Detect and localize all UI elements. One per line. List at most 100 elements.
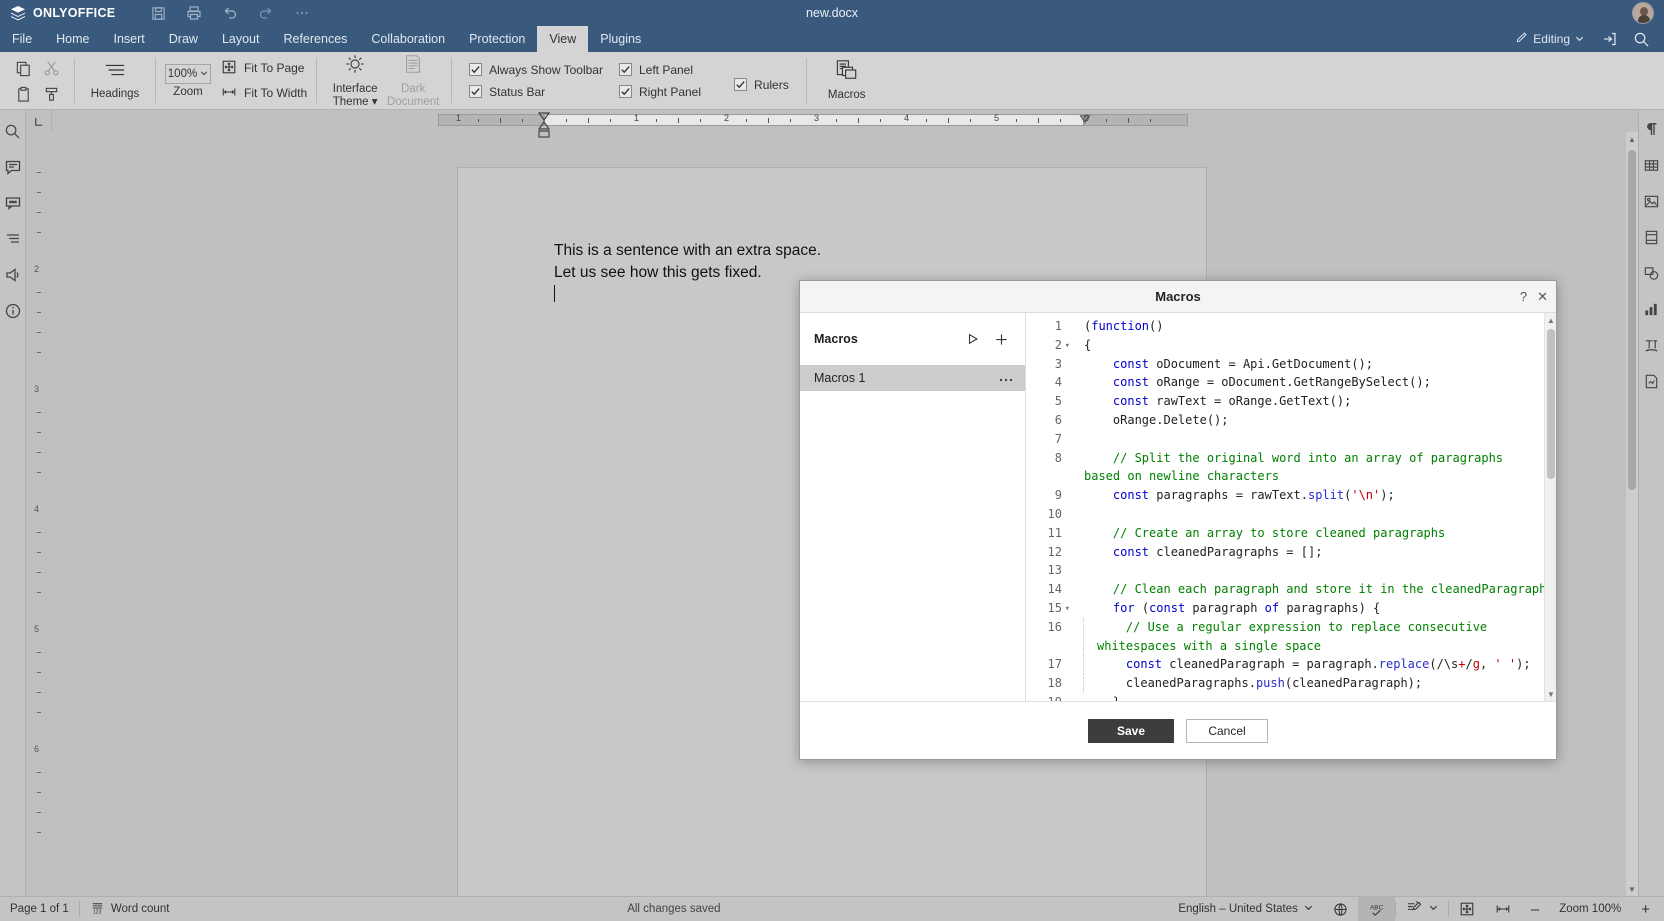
ruler-number: 1 <box>456 113 462 123</box>
header-footer-settings-icon[interactable] <box>1641 226 1663 248</box>
open-location-icon[interactable] <box>1594 26 1624 52</box>
macros-button[interactable]: Macros <box>816 55 878 106</box>
format-painter-icon[interactable] <box>39 82 63 106</box>
language-globe-icon[interactable] <box>1323 897 1358 921</box>
ruler-number: 4 <box>904 113 910 123</box>
signature-settings-icon[interactable] <box>1641 370 1663 392</box>
code-scrollbar-thumb[interactable] <box>1547 329 1555 479</box>
code-line-text: const oRange = oDocument.GetRangeBySelec… <box>1112 375 1431 390</box>
code-vertical-scrollbar[interactable]: ▲ ▼ <box>1544 313 1556 701</box>
checkbox-always-show-toolbar[interactable]: Always Show Toolbar <box>469 63 603 77</box>
menu-item-file[interactable]: File <box>0 26 44 52</box>
close-icon[interactable]: ✕ <box>1537 290 1548 303</box>
code-editor[interactable]: 1 (function() 2 ▾ {3 const oDocument = Api.G… <box>1026 313 1544 701</box>
vertical-ruler[interactable]: 2 3 4 5 6 <box>34 132 48 896</box>
zoom-level-label[interactable]: Zoom 100% <box>1549 897 1631 921</box>
copy-icon[interactable] <box>11 56 35 80</box>
menu-item-collaboration[interactable]: Collaboration <box>359 26 457 52</box>
language-selector[interactable]: English – United States <box>1168 897 1323 921</box>
text-art-settings-icon[interactable] <box>1641 334 1663 356</box>
vertical-scrollbar[interactable]: ▲ ▼ <box>1626 132 1638 896</box>
dark-document-label: Dark Document <box>386 82 440 108</box>
save-icon[interactable] <box>145 2 171 24</box>
cut-icon[interactable] <box>39 56 63 80</box>
quick-access-toolbar <box>145 2 315 24</box>
fit-to-width-button[interactable]: Fit To Width <box>221 84 307 103</box>
checkbox-label: Left Panel <box>638 62 694 77</box>
code-line: 19 } <box>1026 693 1544 701</box>
headings-button[interactable]: Headings <box>84 55 146 106</box>
search-icon[interactable] <box>2 120 24 142</box>
fit-width-icon[interactable] <box>1485 897 1521 921</box>
paragraph-settings-icon[interactable] <box>1641 118 1663 140</box>
menu-item-draw[interactable]: Draw <box>157 26 210 52</box>
print-icon[interactable] <box>181 2 207 24</box>
more-options-icon[interactable] <box>999 371 1013 385</box>
image-settings-icon[interactable] <box>1641 190 1663 212</box>
chart-settings-icon[interactable] <box>1641 298 1663 320</box>
code-scroll-up-arrow[interactable]: ▲ <box>1545 313 1556 327</box>
word-count-button[interactable]: 123 Word count <box>80 897 180 921</box>
check-icon <box>469 85 483 98</box>
fit-to-page-button[interactable]: Fit To Page <box>221 59 307 78</box>
fit-to-page-label: Fit To Page <box>244 61 305 75</box>
paste-icon[interactable] <box>11 82 35 106</box>
check-icon <box>469 63 483 76</box>
checkbox-rulers[interactable]: Rulers <box>734 78 789 92</box>
zoom-select[interactable]: 100% <box>165 63 211 84</box>
checkbox-right-panel[interactable]: Right Panel <box>618 85 701 99</box>
scroll-up-arrow[interactable]: ▲ <box>1626 132 1638 146</box>
horizontal-ruler[interactable]: 1 1 2 3 4 5 6 <box>438 112 1188 138</box>
headings-navigation-icon[interactable] <box>2 228 24 250</box>
menu-item-protection[interactable]: Protection <box>457 26 537 52</box>
zoom-out-button[interactable]: – <box>1521 897 1549 921</box>
table-settings-icon[interactable] <box>1641 154 1663 176</box>
undo-icon[interactable] <box>217 2 243 24</box>
shape-settings-icon[interactable] <box>1641 262 1663 284</box>
menu-item-layout[interactable]: Layout <box>210 26 272 52</box>
scroll-down-arrow[interactable]: ▼ <box>1626 882 1638 896</box>
fit-page-icon[interactable] <box>1449 897 1485 921</box>
language-label: English – United States <box>1178 903 1298 915</box>
page-indicator[interactable]: Page 1 of 1 <box>0 897 79 921</box>
menu-item-insert[interactable]: Insert <box>102 26 157 52</box>
dialog-footer: Save Cancel <box>800 701 1556 759</box>
feedback-icon[interactable] <box>2 264 24 286</box>
status-bar: Page 1 of 1 123 Word count All changes s… <box>0 896 1664 921</box>
menu-item-references[interactable]: References <box>271 26 359 52</box>
right-indent-marker[interactable] <box>1079 110 1091 128</box>
dialog-header[interactable]: Macros ? ✕ <box>800 281 1556 313</box>
cancel-button[interactable]: Cancel <box>1186 718 1268 743</box>
vertical-scrollbar-thumb[interactable] <box>1628 150 1636 490</box>
interface-theme-button[interactable]: Interface Theme ▾ <box>326 55 384 108</box>
dark-document-button[interactable]: Dark Document <box>384 55 442 108</box>
menu-item-home[interactable]: Home <box>44 26 101 52</box>
checkbox-status-bar[interactable]: Status Bar <box>469 85 603 99</box>
svg-text:123: 123 <box>93 910 102 916</box>
code-scroll-down-arrow[interactable]: ▼ <box>1545 687 1556 701</box>
fold-toggle-icon[interactable]: ▾ <box>1065 600 1070 619</box>
more-icon[interactable] <box>289 2 315 24</box>
spellcheck-icon[interactable]: ABC <box>1357 897 1395 921</box>
menu-item-plugins[interactable]: Plugins <box>588 26 653 52</box>
track-changes-button[interactable] <box>1396 897 1448 921</box>
right-sidebar <box>1638 110 1664 896</box>
search-icon[interactable] <box>1626 26 1656 52</box>
editing-mode-button[interactable]: Editing <box>1507 31 1592 47</box>
save-button[interactable]: Save <box>1088 718 1174 743</box>
comments-icon[interactable] <box>2 156 24 178</box>
avatar[interactable] <box>1632 2 1654 24</box>
checkbox-left-panel[interactable]: Left Panel <box>618 62 701 77</box>
play-icon[interactable] <box>963 329 983 349</box>
menu-item-view[interactable]: View <box>537 26 589 52</box>
redo-icon[interactable] <box>253 2 279 24</box>
help-icon[interactable]: ? <box>1520 290 1527 303</box>
plus-icon[interactable] <box>991 329 1011 349</box>
chat-icon[interactable] <box>2 192 24 214</box>
about-icon[interactable] <box>2 300 24 322</box>
code-line: 14 // Clean each paragraph and store it … <box>1026 580 1544 599</box>
zoom-in-button[interactable]: + <box>1631 897 1664 921</box>
fold-toggle-icon[interactable]: ▾ <box>1065 337 1070 356</box>
tab-stop-selector[interactable] <box>26 110 52 132</box>
macros-list-item[interactable]: Macros 1 <box>800 365 1025 391</box>
